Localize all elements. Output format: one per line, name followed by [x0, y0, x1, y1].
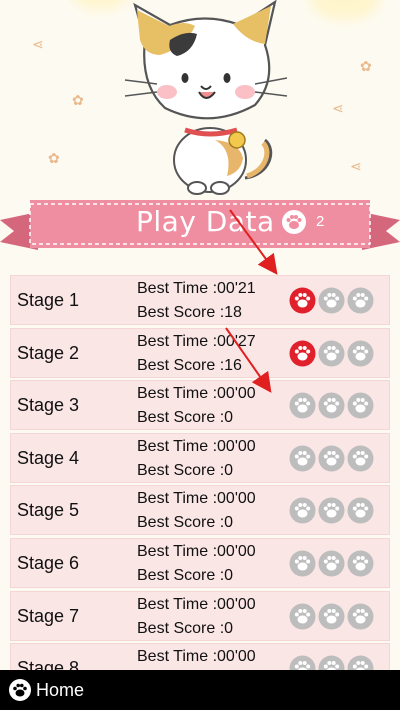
stage-name: Stage 1 [17, 290, 80, 310]
stage-row[interactable]: Stage 6 Best Time :00'00 Best Score :0 [10, 537, 390, 588]
stage-row[interactable]: Stage 7 Best Time :00'00 Best Score :0 [10, 590, 390, 641]
best-time: Best Time :00'00 [137, 490, 256, 508]
paw-rating [289, 655, 379, 670]
stage-list[interactable]: Stage 1 Best Time :00'21 Best Score :18 Sta… [10, 275, 390, 670]
home-label: Home [36, 680, 85, 700]
paw-empty-icon [318, 287, 345, 314]
paw-empty-icon [347, 340, 374, 367]
fish-icon: ⋖ [350, 158, 362, 174]
paw-empty-icon [289, 445, 316, 472]
stage-name: Stage 3 [17, 395, 80, 416]
paw-rating [289, 340, 379, 368]
paw-empty-icon [318, 392, 345, 419]
paw-empty-icon [347, 497, 374, 524]
fish-icon: ⋖ [32, 36, 44, 52]
paw-empty-icon [347, 392, 374, 419]
paw-icon [9, 679, 31, 701]
best-score: Best Score :0 [137, 409, 234, 427]
paw-empty-icon [289, 392, 316, 419]
stage-name: Stage 4 [17, 447, 80, 468]
stage-name: Stage 8 [17, 658, 80, 670]
stage-name: Stage 6 [17, 552, 80, 573]
background-glow [310, 0, 380, 20]
paw-empty-icon [289, 550, 316, 577]
paw-empty-icon [347, 287, 374, 314]
stage-row[interactable]: Stage 2 Best Time :00'27 Best Score :16 [10, 327, 390, 378]
stage-name: Stage 2 [17, 342, 80, 363]
page-title: Play Data [136, 205, 275, 238]
best-score: Best Score :18 [137, 304, 242, 321]
best-time: Best Time :00'00 [137, 595, 256, 613]
paw-rating [289, 550, 379, 578]
paw-print-icon: ✿ [48, 150, 60, 166]
stage-name: Stage 5 [17, 500, 80, 521]
home-button[interactable]: Home [8, 678, 92, 704]
paw-rating [289, 287, 379, 315]
paw-rating [289, 392, 379, 420]
paw-empty-icon [289, 603, 316, 630]
paw-empty-icon [318, 603, 345, 630]
bottom-bar: Home [0, 670, 400, 710]
best-score: Best Score :0 [137, 619, 234, 637]
best-time: Best Time :00'21 [137, 280, 256, 297]
paw-empty-icon [347, 655, 374, 670]
paw-earned-icon [289, 287, 316, 314]
cat-mascot-illustration [124, 0, 288, 195]
paw-print-icon: ✿ [360, 58, 372, 74]
paw-rating [289, 603, 379, 631]
paw-empty-icon [318, 340, 345, 367]
paw-empty-icon [347, 445, 374, 472]
best-time: Best Time :00'00 [137, 648, 256, 666]
best-time: Best Time :00'27 [137, 332, 256, 350]
paw-earned-icon [289, 340, 316, 367]
paw-count: 2 [316, 213, 325, 230]
best-score: Best Score :0 [137, 514, 234, 532]
paw-empty-icon [289, 655, 316, 670]
paw-empty-icon [318, 550, 345, 577]
best-time: Best Time :00'00 [137, 437, 256, 455]
stage-row[interactable]: Stage 1 Best Time :00'21 Best Score :18 [10, 275, 390, 325]
paw-rating [289, 497, 379, 525]
stage-row[interactable]: Stage 8Best Time :00'00Best Score :0 [10, 643, 390, 670]
best-time: Best Time :00'00 [137, 542, 256, 560]
paw-empty-icon [318, 445, 345, 472]
paw-empty-icon [347, 603, 374, 630]
stage-row[interactable]: Stage 5 Best Time :00'00 Best Score :0 [10, 485, 390, 536]
stage-row[interactable]: Stage 3 Best Time :00'00 Best Score :0 [10, 380, 390, 431]
best-score: Best Score :0 [137, 461, 234, 479]
best-score: Best Score :16 [137, 356, 242, 374]
stage-row[interactable]: Stage 4 Best Time :00'00 Best Score :0 [10, 432, 390, 483]
best-score: Best Score :0 [137, 566, 234, 584]
best-time: Best Time :00'00 [137, 385, 256, 403]
stage-name: Stage 7 [17, 605, 80, 626]
paw-rating [289, 445, 379, 473]
paw-print-icon: ✿ [72, 92, 84, 108]
fish-icon: ⋖ [332, 100, 344, 116]
paw-empty-icon [318, 655, 345, 670]
paw-empty-icon [289, 497, 316, 524]
paw-empty-icon [318, 497, 345, 524]
paw-icon [282, 210, 306, 234]
paw-empty-icon [347, 550, 374, 577]
